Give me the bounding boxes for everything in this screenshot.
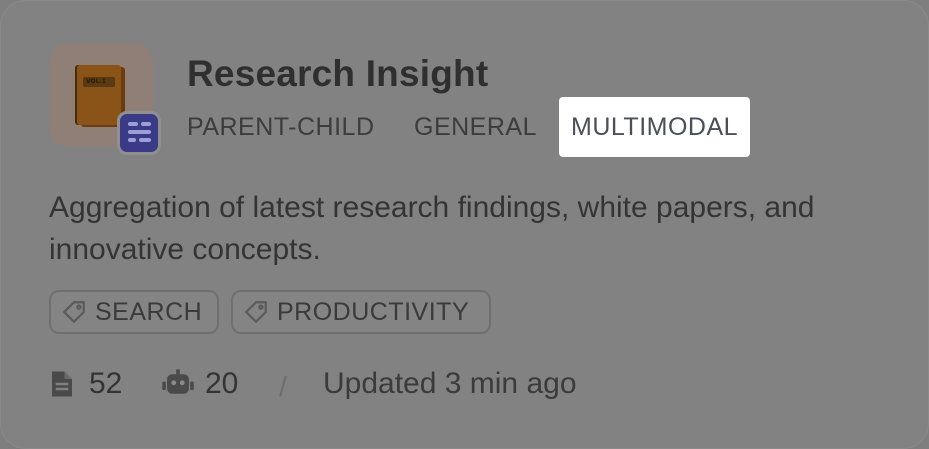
knowledge-card[interactable]: VOL.1 Research Insight PARENT-CHILD GENE… — [0, 0, 929, 449]
tag-label: PRODUCTIVITY — [277, 297, 470, 326]
tag-icon — [62, 301, 85, 324]
mode-multimodal[interactable]: MULTIMODAL — [559, 97, 751, 157]
robot-icon — [162, 369, 194, 394]
card-title: Research Insight — [187, 53, 489, 94]
tag-label: SEARCH — [95, 297, 203, 326]
list-icon — [117, 111, 161, 155]
tag-productivity[interactable]: PRODUCTIVITY — [231, 290, 491, 334]
bot-count-value: 20 — [205, 367, 239, 400]
card-description: Aggregation of latest research findings,… — [49, 191, 815, 266]
document-count: 52 — [49, 367, 122, 401]
stats-separator: / — [279, 371, 287, 402]
bot-count: 20 — [161, 367, 238, 401]
tag-search[interactable]: SEARCH — [49, 290, 219, 334]
mode-general[interactable]: GENERAL — [414, 113, 537, 142]
document-icon — [52, 371, 72, 397]
mode-parent-child[interactable]: PARENT-CHILD — [187, 113, 375, 142]
document-count-value: 52 — [89, 367, 123, 400]
tag-icon — [244, 301, 267, 324]
updated-time: Updated 3 min ago — [323, 367, 577, 400]
book-icon: VOL.1 — [77, 65, 121, 125]
